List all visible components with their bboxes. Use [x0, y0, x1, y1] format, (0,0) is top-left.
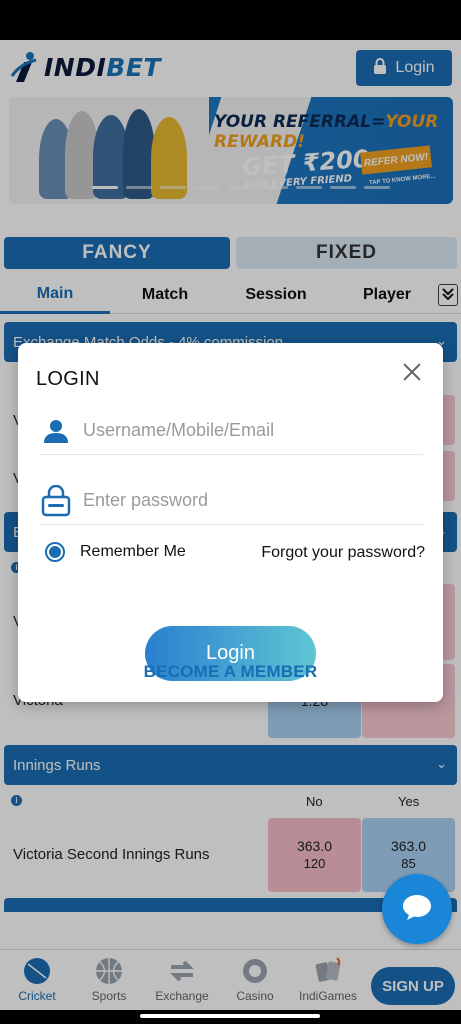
close-button[interactable] — [399, 359, 425, 385]
chat-bubble-icon — [401, 892, 433, 927]
remember-me-radio[interactable] — [45, 542, 65, 562]
username-input[interactable] — [83, 420, 403, 441]
password-input[interactable] — [83, 490, 403, 511]
home-indicator — [140, 1014, 320, 1018]
login-dialog: LOGIN Remember Me Forgot your password? … — [18, 343, 443, 702]
remember-me-option[interactable]: Remember Me — [45, 542, 186, 562]
remember-me-label: Remember Me — [80, 543, 186, 560]
padlock-icon — [40, 484, 72, 517]
become-member-link[interactable]: BECOME A MEMBER — [18, 662, 443, 682]
dialog-title: LOGIN — [36, 368, 100, 390]
user-icon — [40, 415, 72, 447]
username-field — [40, 407, 423, 455]
password-field — [40, 477, 423, 525]
close-icon — [399, 363, 425, 389]
status-bar — [0, 0, 461, 40]
app-screen: INDIBET Login YOUR REFERRAL=YOUR REWARD!… — [0, 40, 461, 1010]
forgot-password-link[interactable]: Forgot your password? — [261, 544, 425, 562]
chat-button[interactable] — [382, 874, 452, 944]
